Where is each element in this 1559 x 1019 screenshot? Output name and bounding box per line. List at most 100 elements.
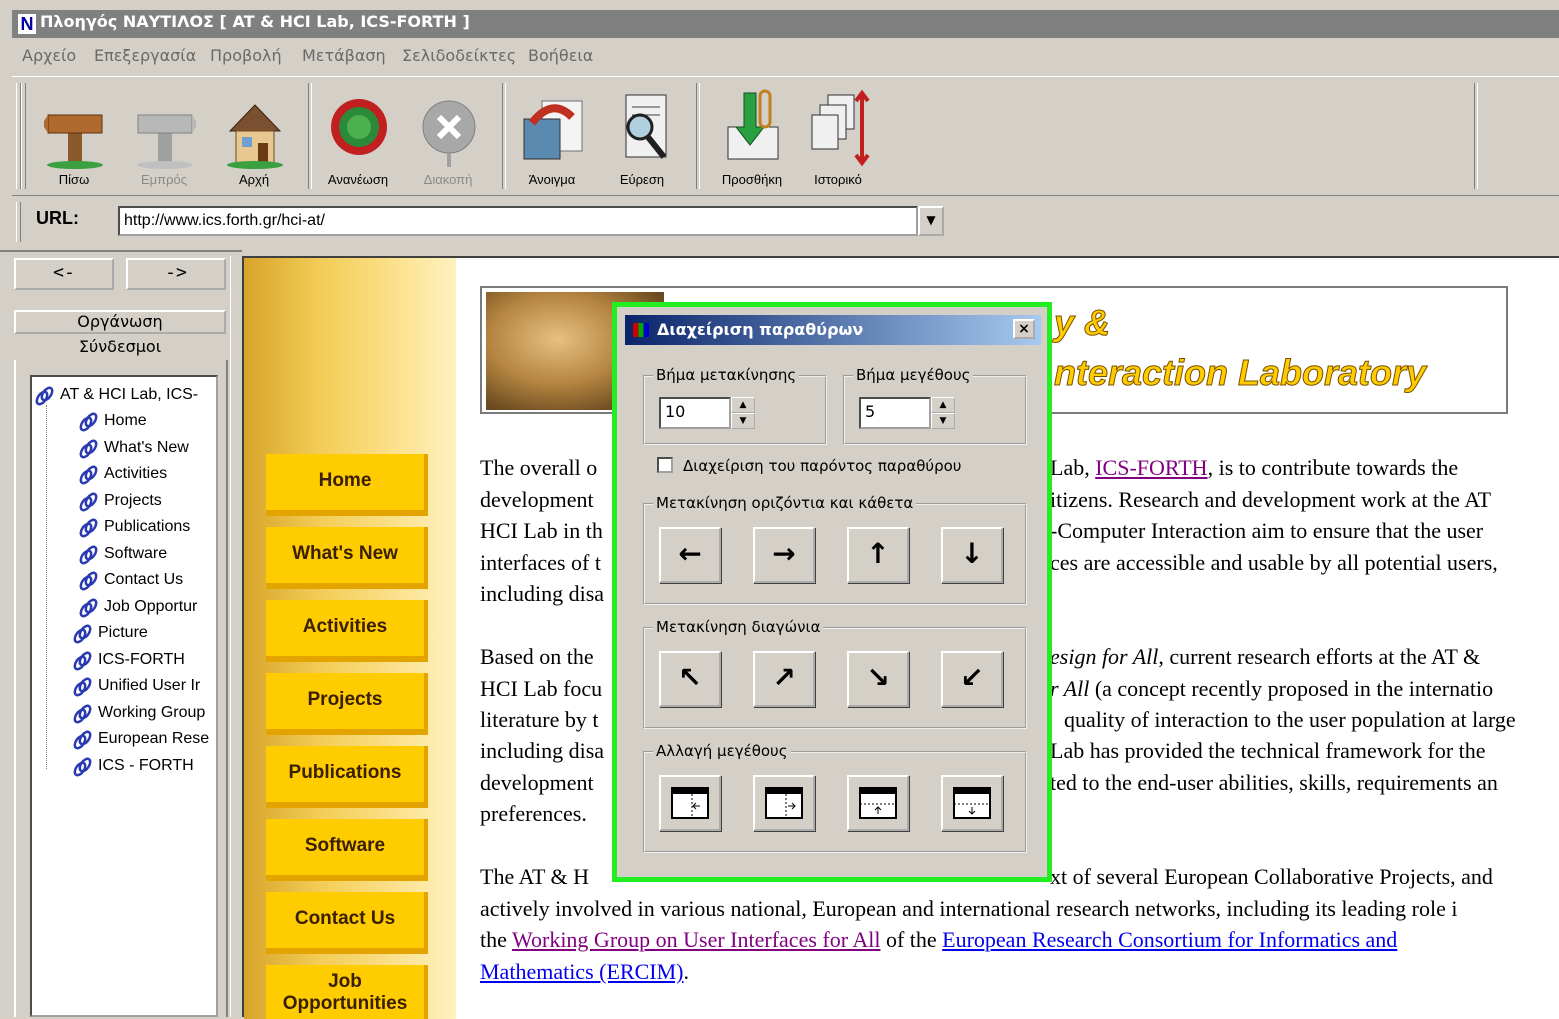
move-up-left-button[interactable]: ↖ bbox=[659, 651, 721, 707]
p1-line-1: The overall o bbox=[480, 452, 597, 484]
add-bookmark-icon bbox=[727, 89, 779, 160]
text: The overall o bbox=[480, 455, 598, 480]
grow-width-button[interactable] bbox=[753, 775, 815, 831]
close-icon: × bbox=[1018, 321, 1030, 337]
find-icon bbox=[625, 94, 667, 159]
p1-line-4-right: ces are accessible and usable by all pot… bbox=[1050, 550, 1498, 575]
p3-line-1-right: xt of several European Collaborative Pro… bbox=[1050, 864, 1493, 889]
move-step-input[interactable]: 10 bbox=[659, 397, 731, 429]
text: esign for All bbox=[1050, 644, 1159, 669]
site-nav-job-opportunities[interactable]: Job Opportunities bbox=[266, 965, 428, 1019]
text: r All bbox=[1050, 676, 1090, 701]
manage-current-checkbox[interactable] bbox=[657, 457, 673, 473]
site-nav-publications[interactable]: Publications bbox=[266, 746, 428, 808]
toolbar-grip-2 bbox=[21, 83, 26, 189]
link-icon bbox=[73, 730, 92, 750]
move-up-button[interactable]: ↑ bbox=[847, 527, 909, 583]
link-icon bbox=[73, 704, 92, 724]
p2-line-4-right: Lab has provided the technical framework… bbox=[1050, 738, 1486, 763]
url-grip[interactable] bbox=[16, 202, 21, 242]
text: (a concept recently proposed in the inte… bbox=[1089, 676, 1494, 701]
history-button[interactable]: Ιστορικό bbox=[796, 77, 880, 195]
size-step-spinner[interactable]: 5 ▲ ▼ bbox=[859, 397, 955, 429]
spin-up-icon[interactable]: ▲ bbox=[931, 397, 955, 413]
dialog-close-button[interactable]: × bbox=[1013, 319, 1035, 339]
site-nav-activities[interactable]: Activities bbox=[266, 600, 428, 662]
tab-organize[interactable]: Οργάνωση bbox=[14, 310, 226, 334]
window-manager-dialog: Διαχείριση παραθύρων × Βήμα μετακίνησης … bbox=[612, 302, 1052, 882]
size-step-input[interactable]: 5 bbox=[859, 397, 931, 429]
arrow-down-left-icon: ↙ bbox=[960, 661, 984, 694]
menu-bookmarks[interactable]: Σελιδοδείκτες bbox=[402, 46, 516, 65]
back-button[interactable]: Πίσω bbox=[32, 77, 116, 195]
shrink-width-button[interactable] bbox=[659, 775, 721, 831]
p3-line-1: The AT & H bbox=[480, 864, 589, 889]
home-button[interactable]: Αρχή bbox=[212, 77, 296, 195]
spin-up-icon[interactable]: ▲ bbox=[731, 397, 755, 413]
tree-item-label: AT & HCI Lab, ICS- bbox=[60, 386, 199, 403]
move-up-right-button[interactable]: ↗ bbox=[753, 651, 815, 707]
ercim-link-2[interactable]: Mathematics (ERCIM) bbox=[480, 959, 683, 984]
toolbar-separator-2 bbox=[502, 83, 506, 189]
p2-line-2: HCI Lab focu bbox=[480, 676, 603, 701]
site-nav-projects[interactable]: Projects bbox=[266, 673, 428, 735]
window-title: Πλοηγός ΝΑΥΤΙΛΟΣ [ AT & HCI Lab, ICS-FOR… bbox=[40, 12, 470, 31]
stop-button[interactable]: Διακοπή bbox=[406, 77, 490, 195]
shrink-height-button[interactable] bbox=[847, 775, 909, 831]
menu-help[interactable]: Βοήθεια bbox=[528, 46, 593, 65]
site-nav-contact-us[interactable]: Contact Us bbox=[266, 892, 428, 954]
url-dropdown-button[interactable]: ▼ bbox=[918, 206, 944, 236]
p1-line-1-right: Lab, ICS-FORTH, is to contribute towards… bbox=[1050, 452, 1458, 484]
site-nav-what-s-new[interactable]: What's New bbox=[266, 527, 428, 589]
forward-button[interactable]: Εμπρός bbox=[122, 77, 206, 195]
move-left-button[interactable]: ← bbox=[659, 527, 721, 583]
link-icon bbox=[79, 518, 98, 538]
reload-button[interactable]: Ανανέωση bbox=[316, 77, 400, 195]
link-icon bbox=[79, 492, 98, 512]
move-step-group: Βήμα μετακίνησης 10 ▲ ▼ bbox=[643, 366, 827, 445]
menu-view[interactable]: Προβολή bbox=[210, 46, 282, 65]
p1-line-2-right: itizens. Research and development work a… bbox=[1050, 487, 1492, 512]
tree-item-label: Picture bbox=[98, 624, 148, 641]
dialog-title-bar[interactable]: Διαχείριση παραθύρων × bbox=[625, 315, 1041, 345]
toolbar-separator-3 bbox=[696, 83, 700, 189]
menu-go[interactable]: Μετάβαση bbox=[302, 46, 386, 65]
grow-height-button[interactable] bbox=[941, 775, 1003, 831]
tree-item-label: ICS-FORTH bbox=[98, 651, 185, 668]
text: Lab, bbox=[1050, 455, 1096, 480]
p2-line-1-right: esign for All, current research efforts … bbox=[1050, 641, 1480, 673]
link-icon bbox=[35, 386, 54, 406]
size-step-label: Βήμα μεγέθους bbox=[853, 366, 974, 384]
site-sidebar: Home What's New Activities Projects Publicat… bbox=[244, 258, 456, 1019]
add-bookmark-button[interactable]: Προσθήκη bbox=[710, 77, 794, 195]
link-icon bbox=[79, 598, 98, 618]
p3-line-2: actively involved in various national, E… bbox=[480, 896, 1458, 921]
panel-splitter[interactable] bbox=[230, 256, 244, 1017]
url-input[interactable]: http://www.ics.forth.gr/hci-at/ bbox=[118, 206, 918, 236]
move-right-button[interactable]: → bbox=[753, 527, 815, 583]
ics-forth-link[interactable]: ICS-FORTH bbox=[1095, 455, 1207, 480]
ercim-link[interactable]: European Research Consortium for Informa… bbox=[942, 927, 1397, 952]
spin-down-icon[interactable]: ▼ bbox=[731, 413, 755, 429]
text: , current research efforts at the AT & bbox=[1158, 644, 1481, 669]
panel-back-button[interactable]: <- bbox=[14, 258, 114, 290]
move-down-left-button[interactable]: ↙ bbox=[941, 651, 1003, 707]
open-button[interactable]: Άνοιγμα bbox=[510, 77, 594, 195]
site-nav-home[interactable]: Home bbox=[266, 454, 428, 516]
move-down-right-button[interactable]: ↘ bbox=[847, 651, 909, 707]
link-icon bbox=[79, 545, 98, 565]
find-button[interactable]: Εύρεση bbox=[600, 77, 684, 195]
p3-line-3: the Working Group on User Interfaces for… bbox=[480, 924, 1397, 956]
move-down-button[interactable]: ↓ bbox=[941, 527, 1003, 583]
menu-edit[interactable]: Επεξεργασία bbox=[94, 46, 196, 65]
tree-item-label: Job Opportur bbox=[104, 598, 198, 615]
site-nav-software[interactable]: Software bbox=[266, 819, 428, 881]
move-step-spinner[interactable]: 10 ▲ ▼ bbox=[659, 397, 755, 429]
link-icon bbox=[73, 677, 92, 697]
banner-line-2: nteraction Laboratory bbox=[1053, 352, 1427, 394]
spin-down-icon[interactable]: ▼ bbox=[931, 413, 955, 429]
menu-file[interactable]: Αρχείο bbox=[22, 46, 76, 65]
open-icon bbox=[523, 100, 583, 160]
panel-forward-button[interactable]: -> bbox=[126, 258, 226, 290]
working-group-link[interactable]: Working Group on User Interfaces for All bbox=[512, 927, 880, 952]
